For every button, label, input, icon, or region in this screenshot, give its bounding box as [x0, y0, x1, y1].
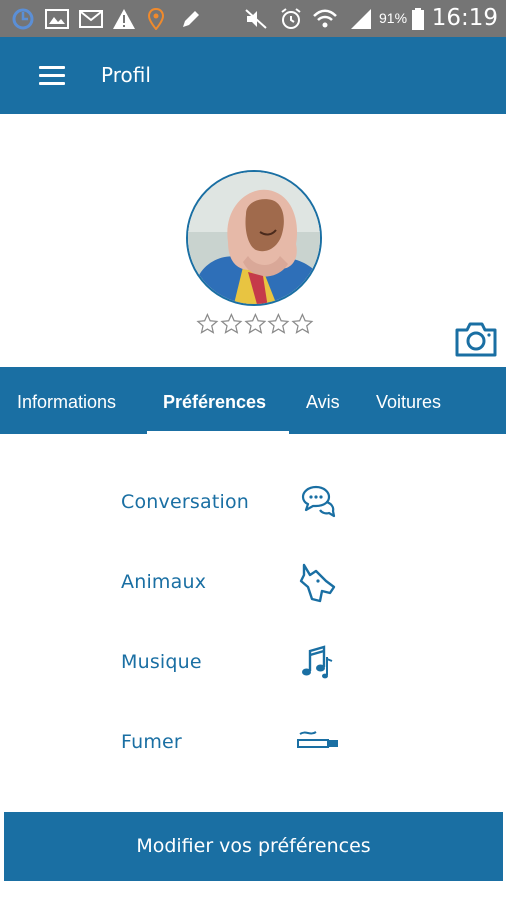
gmail-icon — [78, 0, 104, 37]
star-empty-icon — [244, 312, 266, 334]
battery-icon — [410, 0, 426, 37]
clock: 16:19 — [431, 5, 498, 31]
profile-tabs: Informations Préférences Avis Voitures — [0, 367, 506, 434]
dog-icon — [299, 563, 336, 603]
star-empty-icon — [196, 312, 219, 334]
star-empty-icon — [291, 312, 314, 334]
pencil-icon — [178, 0, 204, 37]
gallery-icon — [44, 0, 70, 37]
avatar — [186, 170, 322, 306]
menu-button[interactable] — [32, 57, 72, 94]
star-empty-icon — [267, 312, 290, 334]
change-photo-button[interactable] — [454, 320, 498, 358]
app-bar: Profil — [0, 37, 506, 114]
menu-icon-line — [39, 82, 65, 85]
menu-icon-line — [39, 66, 65, 69]
sync-icon — [10, 0, 36, 37]
pref-label-musique: Musique — [121, 651, 202, 673]
camera-icon — [455, 322, 497, 357]
tab-voitures[interactable]: Voitures — [376, 367, 441, 434]
pref-label-animaux: Animaux — [121, 571, 207, 593]
location-icon — [146, 0, 166, 37]
active-tab-indicator — [147, 431, 289, 434]
conversation-icon — [301, 485, 336, 518]
warning-icon — [111, 0, 137, 37]
status-bar: 91% 16:19 — [0, 0, 506, 37]
battery-percent: 91% — [379, 10, 408, 26]
pref-label-fumer: Fumer — [121, 731, 182, 753]
alarm-icon — [278, 0, 304, 37]
star-empty-icon — [220, 312, 243, 334]
wifi-icon — [311, 0, 339, 37]
cigarette-icon — [297, 731, 338, 748]
tab-informations[interactable]: Informations — [17, 367, 116, 434]
pref-label-conversation: Conversation — [121, 491, 250, 513]
music-notes-icon — [302, 645, 333, 679]
tab-preferences[interactable]: Préférences — [163, 367, 266, 434]
signal-icon — [347, 0, 375, 37]
tab-avis[interactable]: Avis — [306, 367, 340, 434]
edit-preferences-button[interactable]: Modifier vos préférences — [4, 812, 503, 881]
mute-icon — [243, 0, 269, 37]
page-title: Profil — [101, 63, 151, 87]
rating-stars — [196, 312, 314, 338]
menu-icon-line — [39, 74, 65, 77]
